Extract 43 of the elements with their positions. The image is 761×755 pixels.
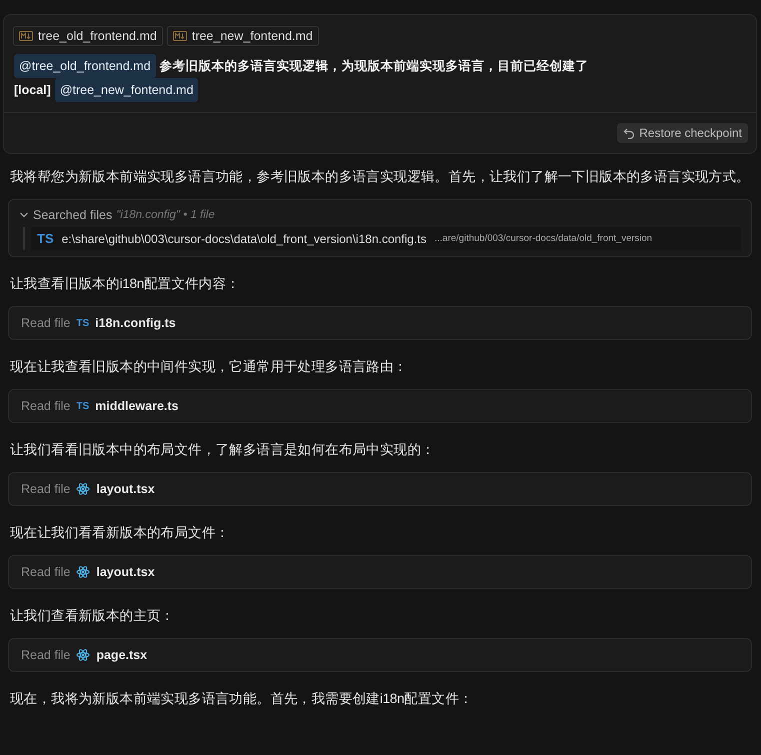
search-result-row[interactable]: TS e:\share\github\003\cursor-docs\data\old_front_version\i18n.config.ts ...are/github/003/cursor-docs/data/old_front_version — [31, 227, 741, 250]
read-file-label: Read file — [21, 399, 70, 413]
read-file-label: Read file — [21, 316, 70, 330]
file-path: e:\share\github\003\cursor-docs\data\old_front_version\i18n.config.ts — [62, 232, 427, 246]
read-file-card[interactable]: Read file layout.tsx — [8, 472, 752, 506]
read-file-label: Read file — [21, 565, 70, 579]
assistant-paragraph: 让我查看旧版本的i18n配置文件内容： — [9, 275, 241, 293]
file-name: middleware.ts — [95, 399, 178, 413]
read-file-label: Read file — [21, 648, 70, 662]
react-icon — [76, 648, 90, 662]
react-icon — [76, 482, 90, 496]
assistant-paragraph: 我将帮您为新版本前端实现多语言功能，参考旧版本的多语言实现逻辑。首先，让我们了解一下旧版本的多语言实现方式。 — [9, 168, 751, 186]
assistant-paragraph: 让我们看看旧版本中的布局文件，了解多语言是如何在布局中实现的： — [9, 441, 436, 459]
read-file-card[interactable]: Read file page.tsx — [8, 638, 752, 672]
undo-icon — [623, 127, 636, 139]
file-name: i18n.config.ts — [95, 316, 176, 330]
file-mention[interactable]: @tree_old_frontend.md — [14, 54, 156, 78]
chevron-icon — [19, 210, 29, 220]
read-file-card[interactable]: Read file TS middleware.ts — [8, 389, 752, 423]
restore-checkpoint-button[interactable]: Restore checkpoint — [617, 123, 748, 143]
assistant-paragraph: 让我们查看新版本的主页： — [9, 607, 176, 625]
typescript-icon: TS — [76, 400, 90, 412]
assistant-paragraph: 现在让我查看旧版本的中间件实现，它通常用于处理多语言路由： — [9, 358, 408, 376]
file-name: layout.tsx — [96, 482, 155, 496]
read-file-card[interactable]: Read file TS i18n.config.ts — [8, 306, 752, 340]
react-icon — [76, 565, 90, 579]
markdown-icon — [19, 31, 33, 41]
message-text: [local] — [14, 82, 51, 99]
markdown-icon — [172, 31, 187, 41]
file-mention[interactable]: @tree_new_fontend.md — [54, 78, 198, 102]
file-name: page.tsx — [96, 648, 148, 662]
directory-path: ...are/github/003/cursor-docs/data/old_front_version — [434, 233, 652, 244]
read-file-label: Read file — [21, 482, 70, 496]
assistant-paragraph: 现在让我们看看新版本的布局文件： — [9, 524, 230, 542]
assistant-paragraph: 现在，我将为新版本前端实现多语言功能。首先，我需要创建i18n配置文件： — [9, 690, 474, 708]
read-file-card[interactable]: Read file layout.tsx — [8, 555, 752, 589]
typescript-icon: TS — [76, 318, 90, 328]
file-name: layout.tsx — [96, 565, 155, 579]
attachment-chip[interactable]: tree_old_frontend.md — [13, 26, 163, 46]
message-text: 参考旧版本的多语言实现逻辑，为现版本前端实现多语言，目前已经创建了 — [160, 58, 589, 75]
typescript-icon: TS — [37, 231, 54, 246]
attachment-chip[interactable]: tree_new_fontend.md — [166, 26, 319, 46]
searched-files-toggle[interactable]: Searched files "i18n.config" • 1 file — [19, 208, 215, 222]
